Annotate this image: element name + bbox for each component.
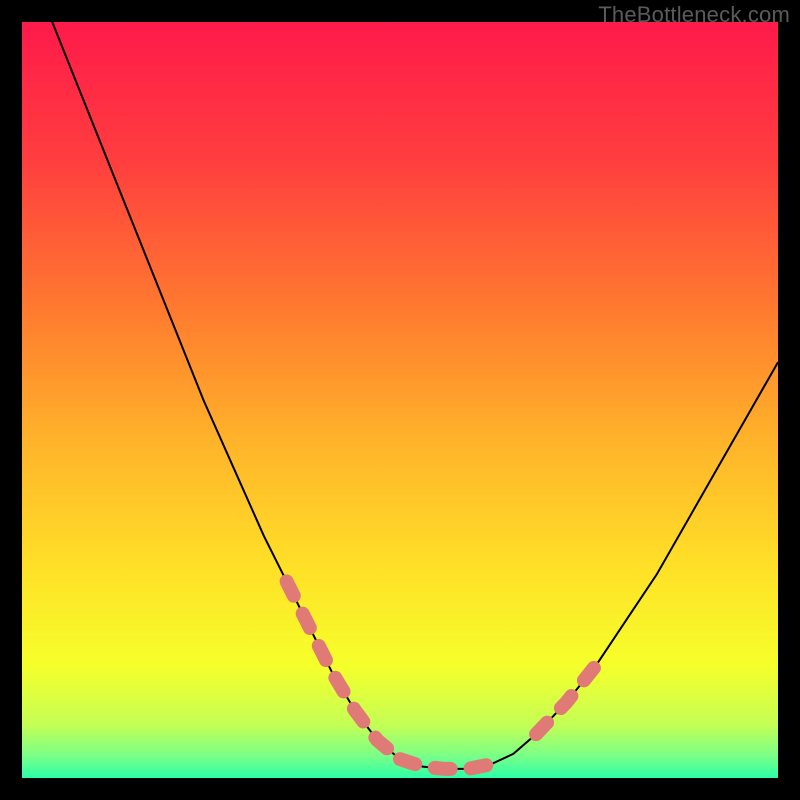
gradient-background	[22, 22, 778, 778]
chart-frame: TheBottleneck.com	[0, 0, 800, 800]
chart-svg	[22, 22, 778, 778]
plot-area	[22, 22, 778, 778]
